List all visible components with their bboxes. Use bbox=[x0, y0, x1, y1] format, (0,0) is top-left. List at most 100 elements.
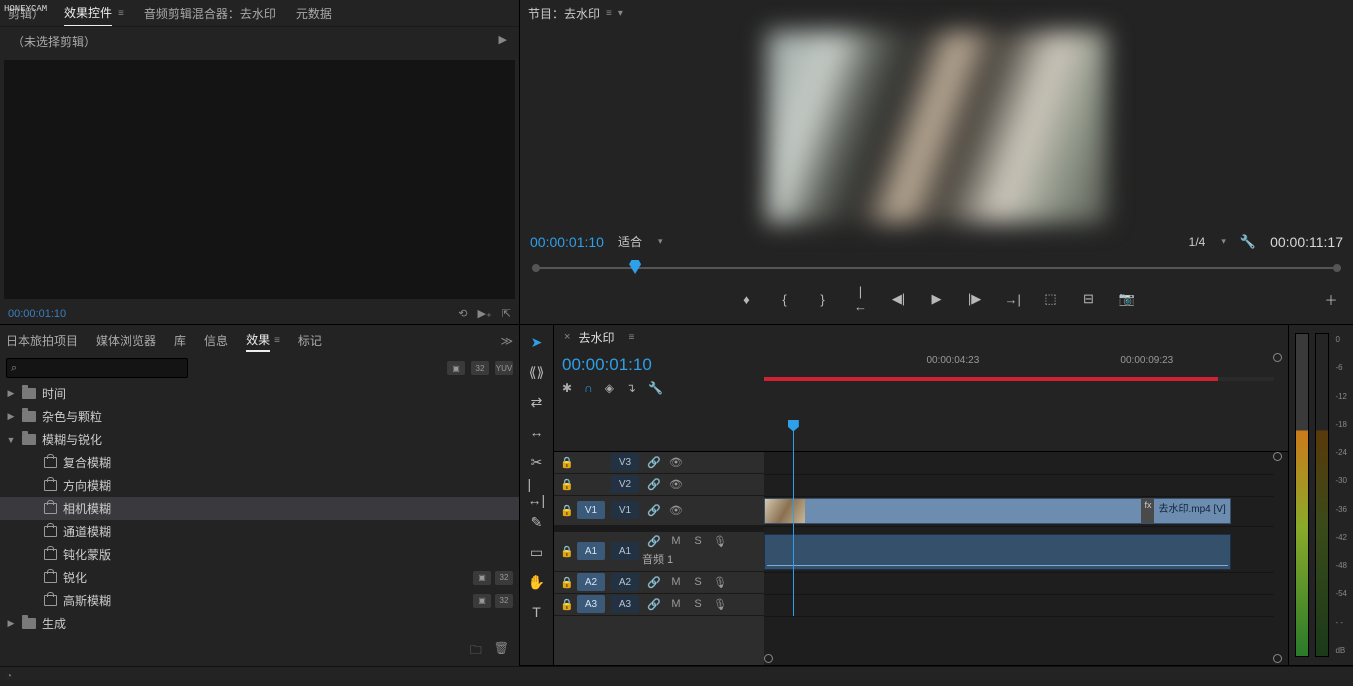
track-select-tool[interactable]: ⟪⟫ bbox=[528, 363, 546, 381]
tab-libraries[interactable]: 库 bbox=[174, 330, 186, 351]
export-frame-button[interactable]: 📷 bbox=[1119, 291, 1135, 307]
eye-icon[interactable]: 👁 bbox=[668, 478, 684, 491]
voice-icon[interactable]: 🎙 bbox=[712, 576, 728, 589]
pen-tool[interactable]: ✎ bbox=[528, 513, 546, 531]
tab-media-browser[interactable]: 媒体浏览器 bbox=[96, 330, 156, 351]
go-in-button[interactable]: |← bbox=[853, 284, 869, 314]
mark-in-button[interactable]: { bbox=[777, 292, 793, 307]
timeline-timecode[interactable]: 00:00:01:10 bbox=[562, 355, 756, 375]
track-target-button[interactable]: A1 bbox=[611, 542, 639, 560]
lock-icon[interactable]: 🔒 bbox=[560, 576, 574, 589]
sync-icon[interactable]: 🔗 bbox=[646, 504, 662, 517]
mute-button[interactable]: M bbox=[668, 598, 684, 611]
track-target-button[interactable]: V3 bbox=[611, 453, 639, 471]
sync-icon[interactable]: 🔗 bbox=[646, 598, 662, 611]
sync-icon[interactable]: 🔗 bbox=[646, 478, 662, 491]
tree-row[interactable]: ▶时间 bbox=[0, 382, 519, 405]
twisty-icon[interactable]: ▼ bbox=[6, 435, 16, 445]
source-timecode[interactable]: 00:00:01:10 bbox=[8, 308, 66, 320]
track-target-button[interactable]: A3 bbox=[611, 595, 639, 613]
tree-row[interactable]: ▶生成 bbox=[0, 612, 519, 635]
rect-tool[interactable]: ▭ bbox=[528, 543, 546, 561]
resolution-dropdown[interactable]: 1/4▾ bbox=[1189, 233, 1226, 251]
voice-icon[interactable]: 🎙 bbox=[712, 598, 728, 611]
effects-menu-icon[interactable]: ≡ bbox=[274, 335, 280, 346]
slip-tool[interactable]: |↔| bbox=[528, 483, 546, 501]
twisty-icon[interactable]: ▶ bbox=[6, 388, 16, 399]
tree-row[interactable]: 通道模糊 bbox=[0, 520, 519, 543]
track-header-video[interactable]: 🔒V3🔗👁 bbox=[554, 452, 764, 474]
program-scrubber[interactable] bbox=[532, 258, 1341, 278]
yuv-badge-icon[interactable]: YUV bbox=[495, 361, 513, 375]
twisty-icon[interactable]: ▶ bbox=[6, 618, 16, 629]
tab-project[interactable]: 日本旅拍项目 bbox=[6, 330, 78, 351]
track-header-audio[interactable]: 🔒A3A3🔗MS🎙 bbox=[554, 594, 764, 616]
playhead[interactable] bbox=[793, 420, 794, 616]
tab-effects[interactable]: 效果 bbox=[246, 329, 270, 352]
mark-out-button[interactable]: } bbox=[815, 292, 831, 307]
play-arrow-icon[interactable]: ▶ bbox=[499, 33, 507, 50]
button-editor-icon[interactable]: ＋ bbox=[1323, 290, 1339, 309]
sequence-tab[interactable]: 去水印 bbox=[578, 329, 614, 346]
program-dropdown-icon[interactable]: ▾ bbox=[618, 8, 623, 19]
sequence-settings-icon[interactable]: ↴ bbox=[626, 381, 636, 395]
monitor-viewport[interactable] bbox=[528, 26, 1345, 227]
track-header-audio[interactable]: 🔒A2A2🔗MS🎙 bbox=[554, 572, 764, 594]
loop-icon[interactable]: ⟲ bbox=[458, 307, 467, 320]
eye-icon[interactable]: 👁 bbox=[668, 504, 684, 517]
scrubber-playhead-icon[interactable] bbox=[629, 260, 641, 274]
track-header-audio[interactable]: 🔒A1A1🔗MS🎙音频 1 bbox=[554, 532, 764, 572]
program-menu-icon[interactable]: ≡ bbox=[606, 8, 612, 19]
lock-icon[interactable]: 🔒 bbox=[560, 598, 574, 611]
marker-add-icon[interactable]: ◈ bbox=[605, 381, 614, 395]
src-patch-button[interactable]: A2 bbox=[577, 573, 605, 591]
linked-sel-icon[interactable]: ∩ bbox=[584, 381, 593, 395]
lift-button[interactable]: ⬚ bbox=[1043, 291, 1059, 307]
delete-icon[interactable]: 🗑 bbox=[494, 641, 509, 662]
tab-info[interactable]: 信息 bbox=[204, 330, 228, 351]
snap-icon[interactable]: ✱ bbox=[562, 381, 572, 395]
close-sequence-icon[interactable]: × bbox=[564, 331, 570, 343]
twisty-icon[interactable]: ▶ bbox=[6, 411, 16, 422]
step-back-button[interactable]: ◀| bbox=[891, 291, 907, 307]
timeline-tracks[interactable]: fx去水印.mp4 [V] bbox=[764, 452, 1288, 666]
solo-button[interactable]: S bbox=[690, 535, 706, 548]
tab-markers[interactable]: 标记 bbox=[298, 330, 322, 351]
solo-button[interactable]: S bbox=[690, 598, 706, 611]
timeline-ruler[interactable]: 00:00:04:23 00:00:09:23 bbox=[764, 349, 1288, 452]
extract-button[interactable]: ⊟ bbox=[1081, 291, 1097, 307]
scrubber-end-icon[interactable] bbox=[1333, 264, 1341, 272]
mute-button[interactable]: M bbox=[668, 535, 684, 548]
tree-row[interactable]: 高斯模糊▣32 bbox=[0, 589, 519, 612]
wrench-icon[interactable]: 🔧 bbox=[648, 381, 663, 395]
eye-icon[interactable]: 👁 bbox=[668, 456, 684, 469]
add-marker-button[interactable]: ♦ bbox=[739, 292, 755, 307]
play-button[interactable]: ▶ bbox=[929, 291, 945, 307]
track-header-video[interactable]: 🔒V1V1🔗👁 bbox=[554, 496, 764, 526]
src-patch-button[interactable]: A1 bbox=[577, 542, 605, 560]
only-icon[interactable]: ▶︎₊ bbox=[478, 307, 492, 320]
step-fwd-button[interactable]: |▶ bbox=[967, 291, 983, 307]
effects-search-input[interactable] bbox=[6, 358, 188, 378]
track-target-button[interactable]: A2 bbox=[611, 573, 639, 591]
tree-row[interactable]: 相机模糊 bbox=[0, 497, 519, 520]
more-tabs-icon[interactable]: ≫ bbox=[500, 334, 513, 348]
track-header-video[interactable]: 🔒V2🔗👁 bbox=[554, 474, 764, 496]
timeline-menu-icon[interactable]: ≡ bbox=[628, 332, 634, 343]
scrubber-start-icon[interactable] bbox=[532, 264, 540, 272]
tab-metadata[interactable]: 元数据 bbox=[296, 1, 332, 26]
razor-tool[interactable]: ✂ bbox=[528, 453, 546, 471]
tab-effect-controls[interactable]: 效果控件 bbox=[64, 0, 112, 27]
solo-button[interactable]: S bbox=[690, 576, 706, 589]
lock-icon[interactable]: 🔒 bbox=[560, 504, 574, 517]
scroll-circle-left[interactable] bbox=[764, 654, 773, 663]
tab-audio-mixer[interactable]: 音频剪辑混合器：去水印 bbox=[144, 1, 276, 26]
rate-stretch-tool[interactable]: ↔ bbox=[528, 423, 546, 441]
src-patch-button[interactable]: A3 bbox=[577, 595, 605, 613]
tree-row[interactable]: 锐化▣32 bbox=[0, 566, 519, 589]
fx-badge[interactable]: fx bbox=[1141, 499, 1154, 523]
video-clip[interactable]: fx去水印.mp4 [V] bbox=[764, 498, 1231, 524]
go-out-button[interactable]: →| bbox=[1005, 292, 1021, 307]
program-timecode[interactable]: 00:00:01:10 bbox=[530, 234, 604, 250]
src-patch-button[interactable]: V1 bbox=[577, 501, 605, 519]
